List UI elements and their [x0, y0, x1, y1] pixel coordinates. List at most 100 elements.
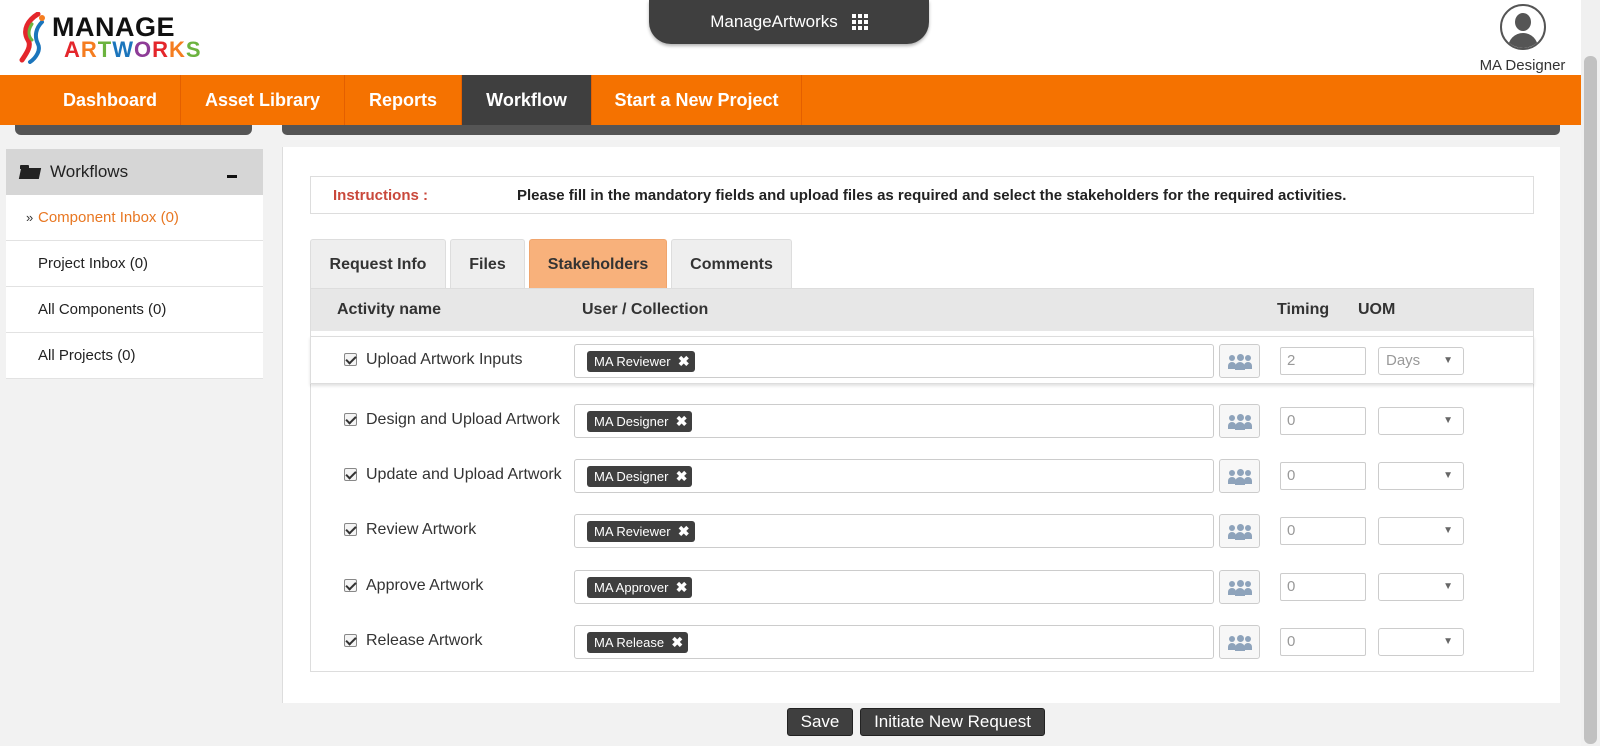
activity-name: Review Artwork — [366, 521, 477, 538]
chevron-down-icon: ▼ — [1443, 636, 1453, 647]
page-scrollbar[interactable] — [1581, 0, 1600, 746]
nav-asset-library[interactable]: Asset Library — [181, 75, 345, 125]
users-group-icon — [1228, 635, 1252, 651]
select-users-button[interactable] — [1219, 344, 1260, 378]
avatar[interactable] — [1499, 4, 1546, 50]
app-switcher[interactable]: ManageArtworks — [649, 0, 929, 44]
timing-input[interactable]: 0 — [1280, 573, 1366, 601]
users-group-icon — [1228, 414, 1252, 430]
chevron-down-icon: ▼ — [1443, 581, 1453, 592]
remove-tag-icon[interactable]: ✖ — [676, 466, 688, 487]
nav-reports[interactable]: Reports — [345, 75, 462, 125]
user-collection-input[interactable]: MA Reviewer ✖ — [574, 514, 1214, 548]
table-row: Release Artwork MA Release ✖ 0 ▼ — [311, 614, 1533, 670]
logo-swirl-icon — [19, 12, 45, 64]
sidebar-item-label: All Projects (0) — [38, 347, 136, 364]
timing-input[interactable]: 0 — [1280, 628, 1366, 656]
uom-select[interactable]: ▼ — [1378, 407, 1464, 435]
main-top-bar — [282, 125, 1560, 135]
user-collection-input[interactable]: MA Designer ✖ — [574, 404, 1214, 438]
sidebar-header-label: Workflows — [50, 162, 129, 181]
remove-tag-icon[interactable]: ✖ — [676, 411, 688, 432]
user-collection-input[interactable]: MA Approver ✖ — [574, 570, 1214, 604]
user-collection-input[interactable]: MA Release ✖ — [574, 625, 1214, 659]
remove-tag-icon[interactable]: ✖ — [676, 577, 688, 598]
chevron-down-icon: ▼ — [1443, 525, 1453, 536]
tab-request-info[interactable]: Request Info — [310, 239, 446, 289]
activity-checkbox[interactable] — [344, 634, 357, 647]
user-tag: MA Reviewer ✖ — [587, 521, 695, 542]
sidebar-item-all-projects[interactable]: All Projects (0) — [6, 333, 263, 379]
chevron-down-icon: ▼ — [1443, 415, 1453, 426]
uom-select[interactable]: Days ▼ — [1378, 347, 1464, 375]
select-users-button[interactable] — [1219, 459, 1260, 493]
logo-letter: T — [97, 37, 113, 62]
table-header: Activity name User / Collection Timing U… — [311, 289, 1533, 331]
tab-files[interactable]: Files — [450, 239, 525, 289]
tab-stakeholders[interactable]: Stakeholders — [529, 239, 667, 289]
activity-checkbox[interactable] — [344, 353, 357, 366]
remove-tag-icon[interactable]: ✖ — [671, 632, 683, 653]
user-tag-label: MA Approver — [594, 580, 669, 595]
manage-artworks-logo[interactable]: MANAGE ARTWORKS — [18, 12, 201, 64]
initiate-new-request-button[interactable]: Initiate New Request — [860, 708, 1045, 736]
select-users-button[interactable] — [1219, 514, 1260, 548]
user-profile[interactable]: MA Designer — [1470, 4, 1575, 74]
chevron-down-icon: ▼ — [1443, 470, 1453, 481]
nav-dashboard[interactable]: Dashboard — [40, 75, 181, 125]
activity-checkbox[interactable] — [344, 413, 357, 426]
folder-open-icon — [20, 165, 40, 179]
timing-input[interactable]: 0 — [1280, 407, 1366, 435]
sidebar-item-project-inbox[interactable]: Project Inbox (0) — [6, 241, 263, 287]
select-users-button[interactable] — [1219, 570, 1260, 604]
users-group-icon — [1228, 469, 1252, 485]
user-collection-input[interactable]: MA Reviewer ✖ — [574, 344, 1214, 378]
uom-select[interactable]: ▼ — [1378, 573, 1464, 601]
remove-tag-icon[interactable]: ✖ — [678, 521, 690, 542]
logo-letter: R — [152, 37, 170, 62]
sidebar-item-all-components[interactable]: All Components (0) — [6, 287, 263, 333]
select-users-button[interactable] — [1219, 625, 1260, 659]
sidebar: Workflows » Component Inbox (0) Project … — [0, 125, 263, 746]
apps-grid-icon[interactable] — [851, 14, 868, 30]
table-row: Review Artwork MA Reviewer ✖ 0 ▼ — [311, 503, 1533, 559]
select-users-button[interactable] — [1219, 404, 1260, 438]
activity-name: Design and Upload Artwork — [366, 411, 560, 428]
scrollbar-thumb[interactable] — [1584, 56, 1597, 744]
activity-name: Update and Upload Artwork — [366, 466, 562, 483]
uom-select[interactable]: ▼ — [1378, 628, 1464, 656]
app-header: MANAGE ARTWORKS ManageArtworks MA Design… — [0, 0, 1600, 75]
save-button[interactable]: Save — [787, 708, 853, 736]
header-user-collection: User / Collection — [582, 301, 709, 318]
activity-name: Upload Artwork Inputs — [366, 351, 523, 368]
timing-input[interactable]: 0 — [1280, 517, 1366, 545]
uom-select[interactable]: ▼ — [1378, 517, 1464, 545]
nav-start-new-project[interactable]: Start a New Project — [592, 75, 802, 125]
users-group-icon — [1228, 580, 1252, 596]
collapse-icon[interactable] — [227, 175, 237, 178]
timing-input[interactable]: 0 — [1280, 462, 1366, 490]
uom-select[interactable]: ▼ — [1378, 462, 1464, 490]
user-tag: MA Approver ✖ — [587, 577, 693, 598]
sidebar-item-component-inbox[interactable]: » Component Inbox (0) — [6, 195, 263, 241]
user-tag: MA Designer ✖ — [587, 411, 693, 432]
remove-tag-icon[interactable]: ✖ — [678, 351, 690, 372]
activity-checkbox[interactable] — [344, 523, 357, 536]
nav-workflow[interactable]: Workflow — [462, 75, 592, 125]
user-tag: MA Release ✖ — [587, 632, 689, 653]
timing-input[interactable]: 2 — [1280, 347, 1366, 375]
app-name: ManageArtworks — [710, 12, 838, 31]
sidebar-header-workflows[interactable]: Workflows — [6, 149, 263, 195]
logo-text-artworks: ARTWORKS — [64, 39, 202, 61]
users-group-icon — [1228, 354, 1252, 370]
activity-checkbox[interactable] — [344, 468, 357, 481]
user-collection-input[interactable]: MA Designer ✖ — [574, 459, 1214, 493]
sidebar-item-label: All Components (0) — [38, 301, 167, 318]
activity-checkbox[interactable] — [344, 579, 357, 592]
action-bar: Save Initiate New Request — [282, 703, 1560, 746]
table-row: Upload Artwork Inputs MA Reviewer ✖ 2 Days ▼ — [310, 336, 1534, 384]
user-tag: MA Reviewer ✖ — [587, 351, 695, 372]
sidebar-item-label: Component Inbox (0) — [38, 209, 179, 226]
logo-letter: O — [134, 37, 153, 62]
tab-comments[interactable]: Comments — [671, 239, 792, 289]
